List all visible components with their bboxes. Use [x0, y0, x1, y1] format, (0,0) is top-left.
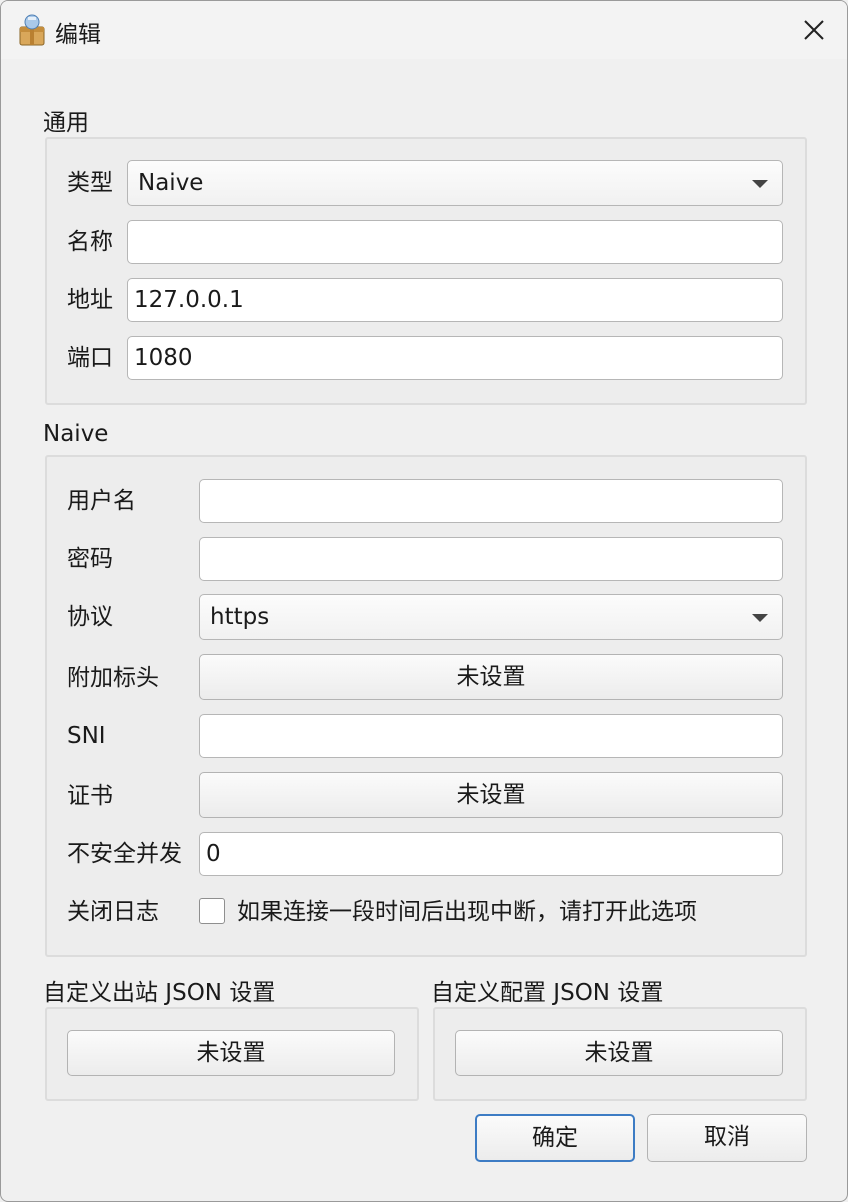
type-select-value: Naive [138, 170, 204, 196]
general-section-title: 通用 [43, 110, 89, 136]
insecure-concurrency-input[interactable]: 0 [199, 832, 783, 876]
name-label: 名称 [67, 229, 113, 255]
title-bar: 编辑 [1, 1, 847, 59]
chevron-down-icon [752, 180, 768, 188]
ok-button[interactable]: 确定 [475, 1114, 635, 1162]
protocol-label: 协议 [67, 604, 113, 630]
address-label: 地址 [67, 287, 113, 313]
sni-input[interactable] [199, 714, 783, 758]
extra-headers-button[interactable]: 未设置 [199, 654, 783, 700]
custom-config-button[interactable]: 未设置 [455, 1030, 783, 1076]
custom-outbound-button[interactable]: 未设置 [67, 1030, 395, 1076]
address-input[interactable]: 127.0.0.1 [127, 278, 783, 322]
protocol-select-value: https [210, 604, 270, 630]
port-label: 端口 [67, 345, 113, 371]
custom-config-title: 自定义配置 JSON 设置 [431, 980, 664, 1006]
close-icon [804, 20, 824, 40]
edit-dialog: 编辑 通用 类型 Naive 名称 地址 127.0.0.1 端口 1080 N… [0, 0, 848, 1202]
sni-label: SNI [67, 723, 106, 749]
protocol-select[interactable]: https [199, 594, 783, 640]
disable-log-checkbox[interactable] [199, 898, 225, 924]
app-package-icon [17, 13, 47, 47]
disable-log-label: 关闭日志 [67, 899, 159, 925]
username-label: 用户名 [67, 488, 136, 514]
password-input[interactable] [199, 537, 783, 581]
certificate-label: 证书 [67, 783, 113, 809]
close-button[interactable] [781, 1, 847, 59]
name-input[interactable] [127, 220, 783, 264]
naive-section-title: Naive [43, 421, 109, 447]
window-title: 编辑 [55, 22, 101, 48]
insecure-concurrency-label: 不安全并发 [67, 841, 182, 867]
password-label: 密码 [67, 546, 113, 572]
chevron-down-icon [752, 614, 768, 622]
naive-group [45, 455, 807, 957]
certificate-button[interactable]: 未设置 [199, 772, 783, 818]
port-input[interactable]: 1080 [127, 336, 783, 380]
type-label: 类型 [67, 170, 113, 196]
disable-log-hint: 如果连接一段时间后出现中断，请打开此选项 [237, 899, 697, 925]
extra-headers-label: 附加标头 [67, 665, 159, 691]
type-select[interactable]: Naive [127, 160, 783, 206]
username-input[interactable] [199, 479, 783, 523]
custom-outbound-title: 自定义出站 JSON 设置 [43, 980, 276, 1006]
cancel-button[interactable]: 取消 [647, 1114, 807, 1162]
